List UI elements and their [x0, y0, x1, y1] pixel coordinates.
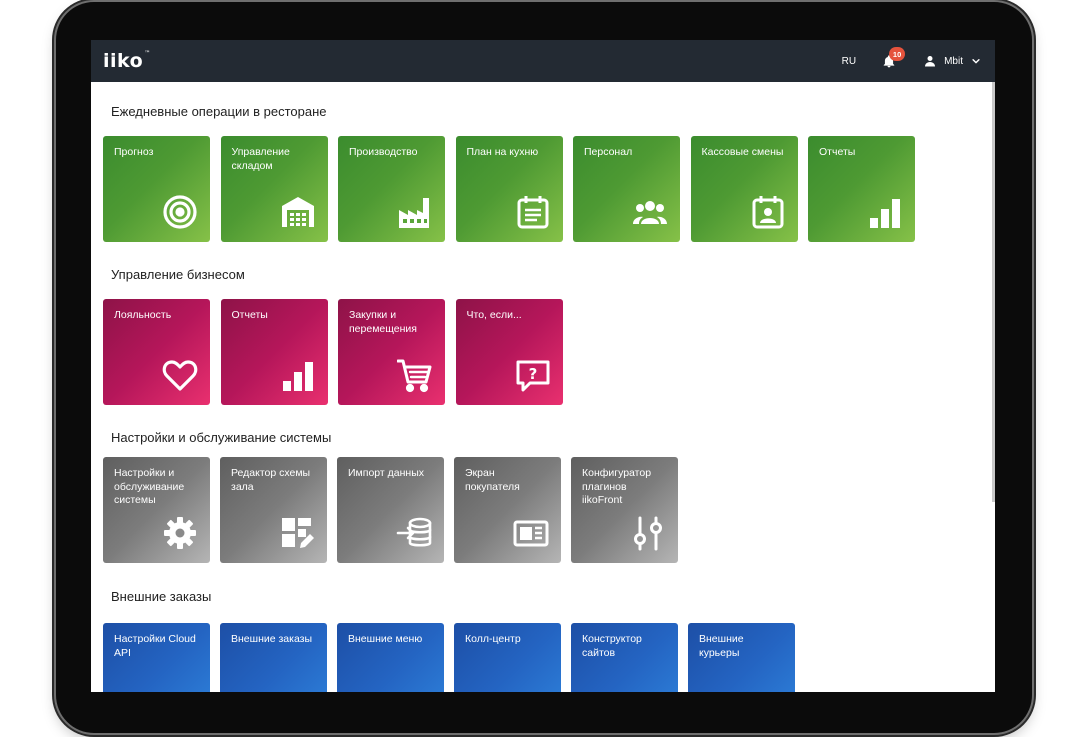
- chevron-down-icon: [972, 59, 980, 64]
- tile-call-center[interactable]: Колл-центр: [454, 623, 561, 692]
- tile-label: Что, если...: [466, 309, 522, 321]
- factory-icon: [399, 198, 429, 228]
- tiles-row: Настройки Cloud API Внешние заказы Внешн…: [103, 623, 995, 692]
- topbar-controls: RU 10 Mbit: [842, 47, 981, 70]
- tile-label: Прогноз: [114, 146, 154, 158]
- tile-what-if[interactable]: Что, если... ?: [455, 299, 563, 405]
- tile-label: Конфигуратор плагинов iikoFront: [582, 467, 652, 506]
- tile-label: Внешние заказы: [231, 633, 313, 645]
- tile-hall-editor[interactable]: Редактор схемы зала: [220, 457, 327, 563]
- tile-site-builder[interactable]: Конструктор сайтов: [571, 623, 678, 692]
- tile-label: Лояльность: [114, 309, 172, 321]
- section-external-orders: Внешние заказы Настройки Cloud API Внешн…: [103, 589, 995, 692]
- tile-label: Производство: [349, 146, 418, 158]
- layout-edit-icon: [282, 518, 314, 548]
- tile-label: Управление складом: [231, 146, 290, 172]
- tiles-row: Лояльность Отчеты Закупки и перемещения …: [103, 299, 995, 405]
- tile-external-couriers[interactable]: Внешние курьеры: [688, 623, 795, 692]
- tile-external-menus[interactable]: Внешние меню: [337, 623, 444, 692]
- tiles-row: Прогноз Управление складом Производство …: [103, 136, 995, 242]
- tile-label: План на кухню: [466, 146, 539, 158]
- target-icon: [163, 195, 197, 229]
- cart-icon: [397, 359, 432, 393]
- section-business-management: Управление бизнесом Лояльность Отчеты За…: [103, 267, 995, 405]
- tile-label: Экран покупателя: [465, 467, 520, 493]
- tile-forecast[interactable]: Прогноз: [103, 136, 210, 242]
- calendar-list-icon: [517, 196, 548, 229]
- tile-label: Настройки Cloud API: [114, 633, 196, 659]
- tile-cloud-api[interactable]: Настройки Cloud API: [103, 623, 210, 692]
- sliders-icon: [634, 516, 662, 551]
- calendar-user-icon: [752, 196, 783, 229]
- tile-reports-daily[interactable]: Отчеты: [808, 136, 915, 242]
- section-title: Управление бизнесом: [111, 267, 245, 282]
- language-switch[interactable]: RU: [842, 56, 856, 67]
- section-daily-operations: Ежедневные операции в ресторане Прогноз …: [103, 104, 995, 242]
- tile-reports-business[interactable]: Отчеты: [220, 299, 328, 405]
- tile-label: Настройки и обслуживание системы: [114, 467, 185, 506]
- tile-label: Кассовые смены: [701, 146, 784, 158]
- tile-label: Персонал: [584, 146, 633, 158]
- section-system-settings: Настройки и обслуживание системы Настрой…: [103, 430, 995, 563]
- warehouse-icon: [281, 197, 314, 227]
- tile-label: Внешние курьеры: [699, 633, 744, 659]
- question-chat-icon: ?: [516, 360, 549, 392]
- tile-purchases[interactable]: Закупки и перемещения: [338, 299, 445, 405]
- user-menu[interactable]: Mbit: [924, 55, 981, 67]
- people-icon: [633, 201, 667, 224]
- tile-customer-screen[interactable]: Экран покупателя: [454, 457, 561, 563]
- app-screen: iiko™ RU 10 Mbit Ежедневные операции в р…: [91, 40, 995, 692]
- top-bar: iiko™ RU 10 Mbit: [91, 40, 995, 82]
- tile-production[interactable]: Производство: [338, 136, 445, 242]
- heart-icon: [162, 360, 198, 391]
- bar-chart-icon: [870, 199, 900, 228]
- notification-badge: 10: [889, 47, 906, 61]
- tile-cash-shifts[interactable]: Кассовые смены: [690, 136, 798, 242]
- database-import-icon: [396, 517, 432, 547]
- tile-label: Отчеты: [231, 309, 268, 321]
- tile-plugin-configurator[interactable]: Конфигуратор плагинов iikoFront: [571, 457, 678, 563]
- tile-label: Импорт данных: [348, 467, 424, 479]
- tile-data-import[interactable]: Импорт данных: [337, 457, 444, 563]
- tile-external-orders[interactable]: Внешние заказы: [220, 623, 327, 692]
- gear-icon: [164, 517, 196, 549]
- section-title: Настройки и обслуживание системы: [111, 430, 332, 445]
- customer-screen-icon: [513, 520, 549, 547]
- svg-text:?: ?: [528, 365, 537, 383]
- tile-warehouse[interactable]: Управление складом: [220, 136, 328, 242]
- tile-system-settings[interactable]: Настройки и обслуживание системы: [103, 457, 210, 563]
- iiko-logo[interactable]: iiko™: [103, 50, 151, 72]
- tile-loyalty[interactable]: Лояльность: [103, 299, 210, 405]
- tile-label: Редактор схемы зала: [231, 467, 311, 493]
- tile-label: Закупки и перемещения: [349, 309, 417, 335]
- notifications-button[interactable]: 10: [882, 47, 906, 70]
- section-title: Внешние заказы: [111, 589, 212, 604]
- tile-kitchen-plan[interactable]: План на кухню: [455, 136, 563, 242]
- tile-label: Внешние меню: [348, 633, 423, 645]
- user-icon: [925, 56, 936, 67]
- dashboard-content: Ежедневные операции в ресторане Прогноз …: [91, 82, 995, 692]
- section-title: Ежедневные операции в ресторане: [111, 104, 327, 119]
- tile-staff[interactable]: Персонал: [573, 136, 680, 242]
- vertical-scrollbar[interactable]: [992, 82, 995, 502]
- bar-chart-icon: [282, 362, 313, 391]
- tile-label: Отчеты: [819, 146, 856, 158]
- tiles-row: Настройки и обслуживание системы Редакто…: [103, 457, 995, 563]
- tile-label: Колл-центр: [465, 633, 521, 645]
- user-name: Mbit: [944, 55, 963, 67]
- tile-label: Конструктор сайтов: [582, 633, 642, 659]
